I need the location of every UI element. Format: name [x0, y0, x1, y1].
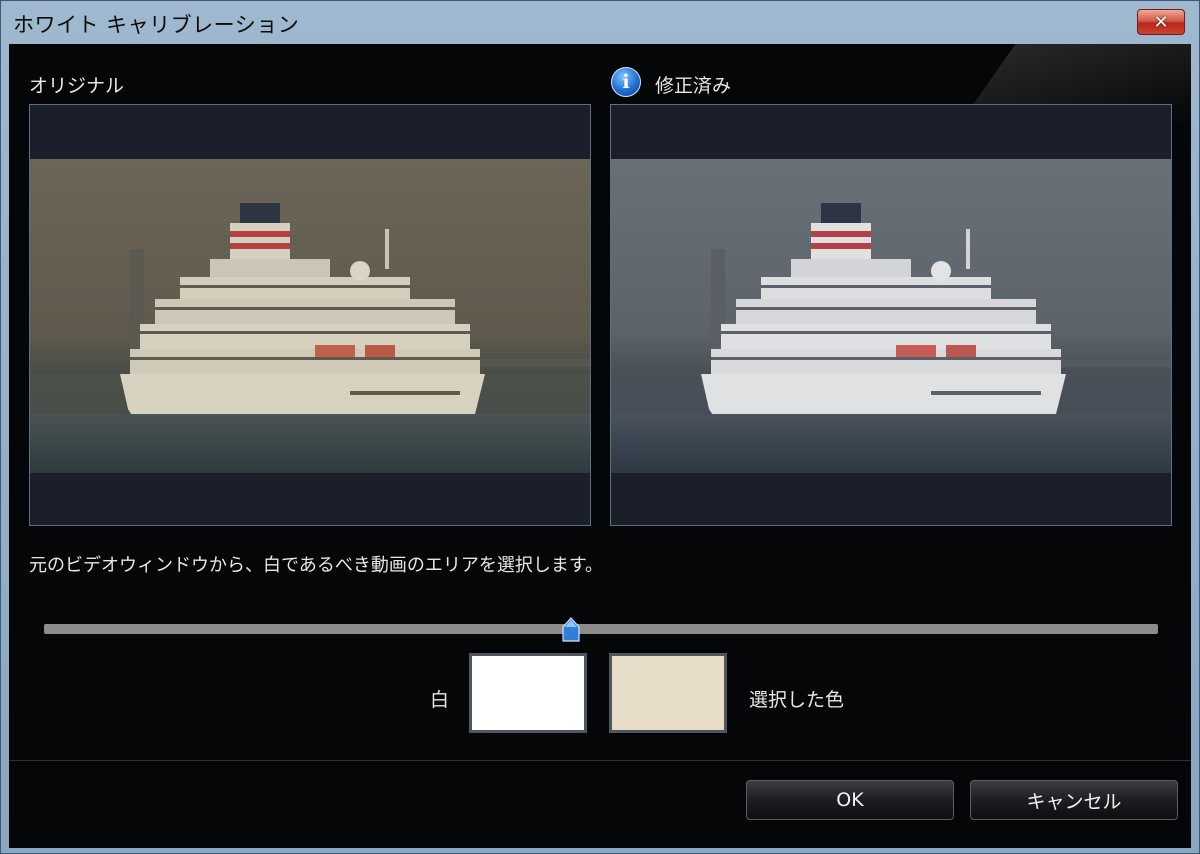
instruction-text: 元のビデオウィンドウから、白であるべき動画のエリアを選択します。 [29, 555, 604, 576]
window-title: ホワイト キャリブレーション [13, 13, 300, 37]
water-area-corrected [611, 414, 1171, 473]
original-video-panel[interactable] [29, 104, 591, 526]
selected-color-swatch [609, 653, 727, 733]
dialog-window: ホワイト キャリブレーション ✕ オリジナル i 修正済み 元のビデオウィンドウ… [0, 0, 1200, 854]
corrected-video-frame [611, 159, 1171, 473]
selected-color-label: 選択した色 [749, 689, 845, 711]
close-button[interactable]: ✕ [1137, 9, 1185, 35]
corrected-video-panel [610, 104, 1172, 526]
slider-thumb[interactable] [562, 617, 580, 643]
white-color-swatch [469, 653, 587, 733]
close-icon: ✕ [1153, 11, 1169, 33]
tolerance-slider-track[interactable] [44, 624, 1158, 634]
cancel-button[interactable]: キャンセル [970, 780, 1178, 820]
ok-button[interactable]: OK [746, 780, 954, 820]
footer-divider [9, 760, 1191, 761]
water-area [30, 414, 590, 473]
corrected-label: 修正済み [655, 75, 732, 97]
original-video-frame[interactable] [30, 159, 590, 473]
dialog-body: オリジナル i 修正済み 元のビデオウィンドウから、白であるべき動画のエリアを選… [9, 44, 1191, 848]
original-label: オリジナル [29, 75, 125, 97]
white-label: 白 [430, 689, 450, 711]
title-bar[interactable]: ホワイト キャリブレーション ✕ [1, 1, 1199, 43]
info-icon: i [611, 67, 641, 97]
